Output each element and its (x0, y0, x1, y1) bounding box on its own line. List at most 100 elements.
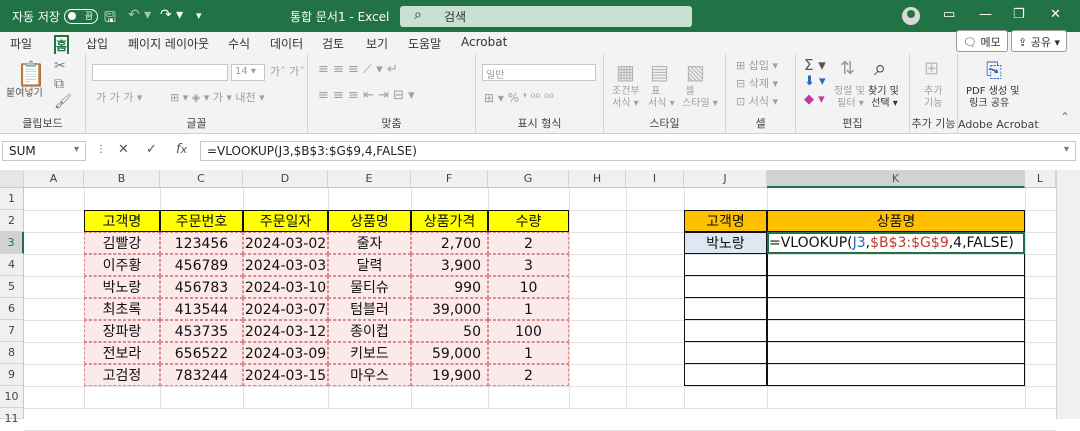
align-left-icon[interactable]: ≡ ≡ ≡ ⇤ ⇥ ⊟ ▾ (318, 89, 415, 102)
table-cell[interactable]: 2 (488, 364, 569, 386)
worksheet-grid[interactable]: A B C D E F G H I J K L 1 2 3 4 5 6 7 8 9 10 11 고객명 주문번호 주문일자 상품명 상… (0, 170, 1080, 431)
table-cell[interactable]: 이주황 (84, 254, 160, 276)
memo-button[interactable]: 🗨 메모 (956, 30, 1008, 52)
tab-page-layout[interactable]: 페이지 레이아웃 (128, 35, 209, 52)
pdf-create-label[interactable]: PDF 생성 및 링크 공유 (966, 86, 1019, 110)
table-cell[interactable]: 2,700 (411, 232, 488, 254)
search-box[interactable]: ⌕ 검색 (400, 6, 692, 27)
insert-function-icon[interactable]: fx (176, 142, 187, 157)
table-cell[interactable]: 59,000 (411, 342, 488, 364)
table-cell[interactable]: 1 (488, 298, 569, 320)
sort-filter-icon[interactable]: ⇅ (840, 58, 855, 79)
table-cell[interactable]: 123456 (160, 232, 243, 254)
table-cell[interactable]: 50 (411, 320, 488, 342)
table-cell[interactable]: 키보드 (328, 342, 411, 364)
table-cell[interactable]: 39,000 (411, 298, 488, 320)
conditional-format-label[interactable]: 조건부 서식 ▾ (612, 86, 640, 110)
undo-icon[interactable]: ↶ ▾ (128, 7, 151, 23)
row-header-10[interactable]: 10 (0, 386, 24, 408)
customize-qat-icon[interactable]: ▾ (196, 9, 202, 22)
lookup-empty-cell[interactable] (684, 276, 767, 298)
column-header-h[interactable]: H (569, 170, 626, 188)
find-select-label[interactable]: 찾기 및 선택 ▾ (868, 86, 899, 110)
table-header-cell[interactable]: 상품가격 (411, 210, 488, 232)
table-header-cell[interactable]: 주문일자 (243, 210, 328, 232)
tab-help[interactable]: 도움말 (408, 35, 441, 52)
name-box-dropdown-icon[interactable]: ▾ (74, 144, 79, 155)
table-cell[interactable]: 고검정 (84, 364, 160, 386)
addins-icon[interactable]: ⊞ (924, 58, 939, 79)
column-header-a[interactable]: A (24, 170, 84, 188)
tab-insert[interactable]: 삽입 (86, 35, 108, 52)
table-cell[interactable]: 텀블러 (328, 298, 411, 320)
table-cell[interactable]: 783244 (160, 364, 243, 386)
copy-icon[interactable]: ⧉ (54, 76, 64, 92)
find-select-icon[interactable]: ⌕ (874, 56, 886, 81)
cell-style-icon[interactable]: ▧ (686, 60, 705, 84)
paste-icon[interactable]: 📋 (16, 60, 46, 88)
enter-icon[interactable]: ✓ (146, 142, 157, 157)
lookup-empty-cell[interactable] (767, 364, 1025, 386)
table-cell[interactable]: 2024-03-07 (243, 298, 328, 320)
table-cell[interactable]: 2024-03-09 (243, 342, 328, 364)
table-cell[interactable]: 2024-03-15 (243, 364, 328, 386)
expand-formula-icon[interactable]: ▾ (1064, 144, 1069, 155)
addins-button-label[interactable]: 추가 기능 (924, 86, 942, 110)
column-header-g[interactable]: G (488, 170, 569, 188)
table-cell[interactable]: 김빨강 (84, 232, 160, 254)
select-all-corner[interactable] (0, 170, 24, 188)
lookup-empty-cell[interactable] (767, 298, 1025, 320)
align-top-icon[interactable]: ≡ ≡ ≡ ⟋ ▾ ↵ (318, 63, 398, 76)
font-name-box[interactable] (92, 64, 228, 81)
table-cell[interactable]: 2 (488, 232, 569, 254)
table-header-cell[interactable]: 주문번호 (160, 210, 243, 232)
cut-icon[interactable]: ✂ (54, 58, 66, 74)
font-grow-icon[interactable]: 가ˆ 가ˇ (270, 66, 305, 78)
paste-label[interactable]: 붙여넣기 (6, 88, 43, 100)
bold-icon[interactable]: 가 가 가 ▾ (96, 92, 142, 104)
close-icon[interactable]: ✕ (1050, 7, 1061, 22)
lookup-empty-cell[interactable] (684, 320, 767, 342)
formula-input[interactable]: =VLOOKUP(J3,$B$3:$G$9,4,FALSE) ▾ (200, 141, 1076, 161)
column-header-c[interactable]: C (160, 170, 243, 188)
table-cell[interactable]: 2024-03-12 (243, 320, 328, 342)
insert-cells-button[interactable]: ⊞ 삽입 ▾ (736, 60, 778, 72)
lookup-header-product[interactable]: 상품명 (767, 210, 1025, 232)
column-header-k[interactable]: K (767, 170, 1025, 188)
lookup-empty-cell[interactable] (767, 342, 1025, 364)
autosave-toggle[interactable]: 끔 (64, 9, 98, 24)
row-header-4[interactable]: 4 (0, 254, 24, 276)
table-header-cell[interactable]: 고객명 (84, 210, 160, 232)
lookup-empty-cell[interactable] (684, 254, 767, 276)
lookup-empty-cell[interactable] (767, 276, 1025, 298)
row-header-9[interactable]: 9 (0, 364, 24, 386)
table-cell[interactable]: 456783 (160, 276, 243, 298)
delete-cells-button[interactable]: ⊟ 삭제 ▾ (736, 78, 778, 90)
active-formula-cell[interactable]: =VLOOKUP(J3,$B$3:$G$9,4,FALSE) (767, 232, 1025, 254)
sort-filter-label[interactable]: 정렬 및 필터 ▾ (834, 86, 865, 110)
lookup-empty-cell[interactable] (684, 364, 767, 386)
currency-icon[interactable]: ⊞ ▾ % ❜ ⁰⁰ ⁰⁰ (484, 92, 554, 104)
table-cell[interactable]: 물티슈 (328, 276, 411, 298)
row-header-3[interactable]: 3 (0, 232, 24, 254)
table-cell[interactable]: 마우스 (328, 364, 411, 386)
number-format-box[interactable]: 일반 (482, 64, 596, 81)
table-cell[interactable]: 10 (488, 276, 569, 298)
vertical-scrollbar[interactable] (1056, 170, 1080, 419)
lookup-empty-cell[interactable] (684, 342, 767, 364)
table-cell[interactable]: 달력 (328, 254, 411, 276)
row-header-11[interactable]: 11 (0, 408, 24, 425)
collapse-ribbon-icon[interactable]: ⌃ (1060, 110, 1070, 124)
table-cell[interactable]: 456789 (160, 254, 243, 276)
pdf-icon[interactable]: ⎘ (986, 58, 1002, 82)
row-header-5[interactable]: 5 (0, 276, 24, 298)
ribbon-display-icon[interactable]: ▭ (943, 7, 955, 22)
lookup-value-cell[interactable]: 박노랑 (684, 232, 767, 254)
lookup-empty-cell[interactable] (767, 320, 1025, 342)
name-box[interactable]: SUM ▾ (2, 141, 86, 161)
row-header-2[interactable]: 2 (0, 210, 24, 232)
column-header-d[interactable]: D (243, 170, 328, 188)
lookup-header-customer[interactable]: 고객명 (684, 210, 767, 232)
format-cells-button[interactable]: ⊡ 서식 ▾ (736, 96, 778, 108)
column-header-j[interactable]: J (684, 170, 767, 188)
